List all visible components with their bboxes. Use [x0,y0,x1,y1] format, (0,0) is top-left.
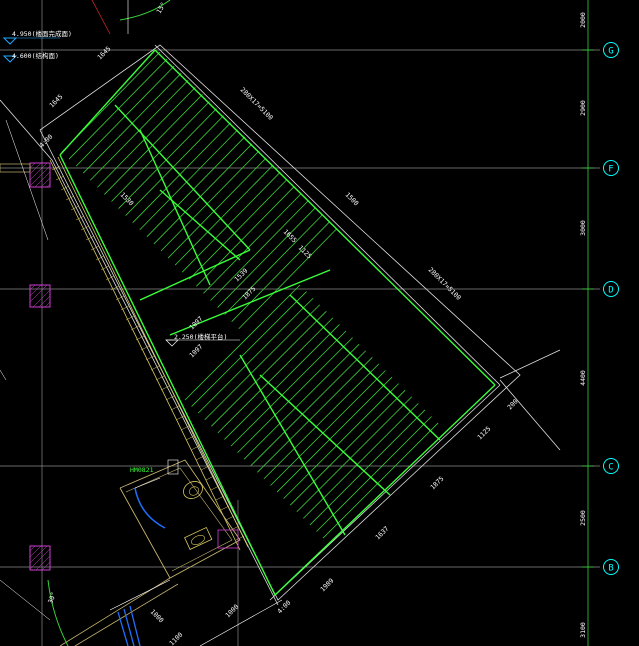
dim-14: 200 [506,397,520,411]
grid-label-f: F [608,165,613,175]
stair-tread [197,297,314,414]
stair-tread [237,337,353,453]
stair-tread [160,150,260,252]
stair-tread [204,304,321,421]
stair-tread [224,214,323,315]
grid-label-g: G [608,47,613,57]
cad-drawing-canvas: 2000 2900 3000 4400 2500 3100 G F D C B [0,0,619,646]
stair-tread [303,403,419,519]
right-dimension-chain: 2000 2900 3000 4400 2500 3100 [579,0,594,646]
stair-tread [191,291,307,407]
grid-label-d: D [608,286,613,296]
top-arcs: 15° [91,0,171,35]
dim-2: 1645 [48,93,65,110]
dim-11: 1097 [188,315,205,332]
stair-tread [322,422,439,539]
level-marks-top: 4.950(楼面完成面) 4.600(结构面) [2,29,72,63]
axis-spacing-1: 2000 [579,12,587,28]
stair-tread [184,284,301,401]
angle-30: 30° [46,591,58,605]
dim-4: 280X17=5100 [239,86,275,122]
stair-tread [211,311,327,427]
stair-tread [276,376,393,493]
stair-tread [238,228,338,330]
grid-label-b: B [608,564,613,574]
stair-tread [296,396,413,513]
grid-bubble-d[interactable]: D [603,281,619,297]
axis-spacing-5: 2500 [579,510,587,526]
grid-bubble-b[interactable]: B [603,559,619,575]
dim-15: 1125 [476,425,493,442]
grid-lines [0,0,600,646]
stair-tread [132,122,231,223]
stair-treads-lower [184,284,439,539]
dim-13: 280X17=5100 [427,266,463,302]
dim-9: 1539 [233,267,250,284]
dim-19: 4:00 [276,599,293,616]
stair-tread [230,330,347,447]
dim-8: 1125 [297,244,314,261]
dim-12: 1097 [188,343,205,360]
dim-10: 1875 [241,285,258,302]
column-2 [29,284,51,308]
dim-21: 1000 [149,608,166,625]
grid-bubbles: G F D C B [603,42,619,575]
axis-spacing-4: 4400 [579,370,587,386]
washroom: HM0821 [119,459,241,579]
grid-bubble-g[interactable]: G [603,42,619,58]
axis-spacing-2: 2900 [579,100,587,116]
grid-label-c: C [608,463,613,473]
dim-5: 1530 [119,191,136,208]
dim-3: 4:00 [38,133,55,150]
dim-17: 1637 [374,525,391,542]
dim-18: 1989 [319,577,336,594]
level-mark-mid: 2.250(楼梯平台) [174,332,227,341]
axis-spacing-3: 3000 [579,220,587,236]
stair-tread [224,324,340,440]
stair-tread [250,350,367,467]
stair-tread [283,383,399,499]
grid-bubble-f[interactable]: F [603,160,619,176]
door-tag: HM0821 [130,466,154,474]
dim-1: 1645 [96,45,113,62]
dim-16: 1875 [429,475,446,492]
stair-tread [263,363,380,480]
dim-22: 1100 [168,631,185,646]
grid-bubble-c[interactable]: C [603,458,619,474]
level-mark-mid-group: 2.250(楼梯平台) [165,332,240,347]
stair-tread [167,157,267,259]
stair-tread [118,108,217,209]
dim-6: 1500 [344,191,361,208]
stair-tread [270,370,386,486]
stair-stringers [59,49,496,596]
level-mark-top1: 4.950(楼面完成面) [12,29,72,38]
column-3 [29,545,51,571]
stair-tread [174,164,274,266]
stair-tread [97,87,196,188]
level-mark-top2: 4.600(结构面) [12,51,59,60]
axis-spacing-6: 3100 [579,622,587,638]
stair-tread [243,343,360,460]
stair-tread [203,193,302,294]
left-misc [0,119,49,381]
stair-tread [316,416,432,532]
